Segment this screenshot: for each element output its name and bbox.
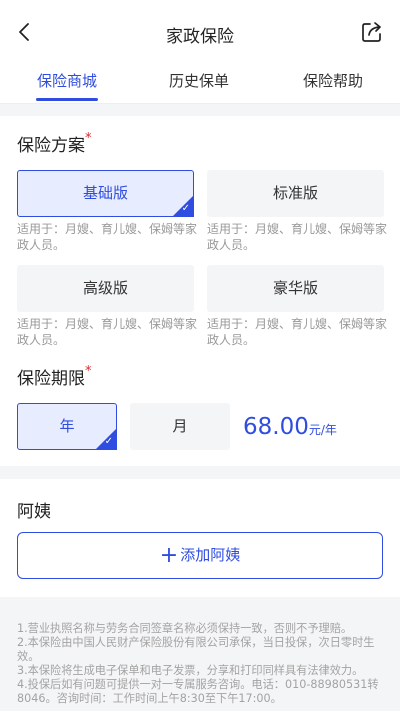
- price-unit: 元/年: [308, 423, 337, 437]
- tab-insurance-mall[interactable]: 保险商城: [37, 70, 97, 91]
- plan-option-basic[interactable]: 基础版 ✓: [17, 170, 194, 217]
- check-icon: ✓: [104, 436, 113, 447]
- app-header: 家政保险: [0, 0, 400, 64]
- share-icon[interactable]: [360, 20, 384, 44]
- check-icon: ✓: [181, 203, 190, 214]
- term-section-title: 保险期限*: [17, 364, 92, 389]
- plan-option-label: 豪华版: [272, 279, 318, 297]
- note-item: 1.营业执照名称与劳务合同签章名称必须保持一致，否则不予理赔。: [17, 622, 353, 635]
- plan-option-desc: 适用于：月嫂、育儿嫂、保姆等家政人员。: [207, 222, 388, 252]
- plan-option-advanced[interactable]: 高级版: [17, 265, 194, 312]
- plan-option-desc: 适用于：月嫂、育儿嫂、保姆等家政人员。: [17, 317, 198, 347]
- price-value: 68.00: [243, 414, 309, 440]
- plan-option-standard[interactable]: 标准版: [207, 170, 384, 217]
- active-tab-indicator: [36, 98, 98, 101]
- required-mark: *: [85, 131, 92, 146]
- term-option-year[interactable]: 年 ✓: [17, 403, 117, 450]
- plan-option-label: 基础版: [82, 184, 128, 202]
- plan-option-desc: 适用于：月嫂、育儿嫂、保姆等家政人员。: [17, 222, 198, 252]
- tab-insurance-help[interactable]: 保险帮助: [303, 70, 363, 91]
- page-title: 家政保险: [166, 27, 234, 47]
- plan-section-title: 保险方案*: [17, 131, 92, 156]
- note-item: 4.投保后如有问题可提供一对一专属服务咨询。电话：010-88980531转80…: [17, 678, 379, 705]
- plan-option-label: 标准版: [272, 184, 318, 202]
- plan-option-label: 高级版: [82, 279, 128, 297]
- price-display: 68.00元/年: [243, 414, 337, 440]
- term-option-label: 年: [59, 417, 75, 435]
- plan-option-desc: 适用于：月嫂、育儿嫂、保姆等家政人员。: [207, 317, 388, 347]
- plan-section: 保险方案* 基础版 ✓ 适用于：月嫂、育儿嫂、保姆等家政人员。 标准版 适用于：…: [0, 116, 400, 466]
- term-option-label: 月: [172, 417, 188, 435]
- tab-history-policies[interactable]: 历史保单: [169, 70, 229, 91]
- term-option-month[interactable]: 月: [130, 403, 230, 450]
- plan-option-deluxe[interactable]: 豪华版: [207, 265, 384, 312]
- notes-block: 1.营业执照名称与劳务合同签章名称必须保持一致，否则不予理赔。 2.本保险由中国…: [17, 622, 387, 706]
- plus-icon: +: [159, 543, 179, 568]
- note-item: 3.本保险将生成电子保单和电子发票，分享和打印同样具有法律效力。: [17, 664, 364, 677]
- aunt-section-title: 阿姨: [17, 502, 51, 522]
- required-mark: *: [85, 364, 92, 379]
- add-aunt-button[interactable]: + 添加阿姨: [17, 532, 383, 579]
- add-aunt-label: 添加阿姨: [180, 546, 241, 564]
- note-item: 2.本保险由中国人民财产保险股份有限公司承保，当日投保，次日零时生效。: [17, 636, 375, 663]
- aunt-section: 阿姨 + 添加阿姨: [0, 479, 400, 597]
